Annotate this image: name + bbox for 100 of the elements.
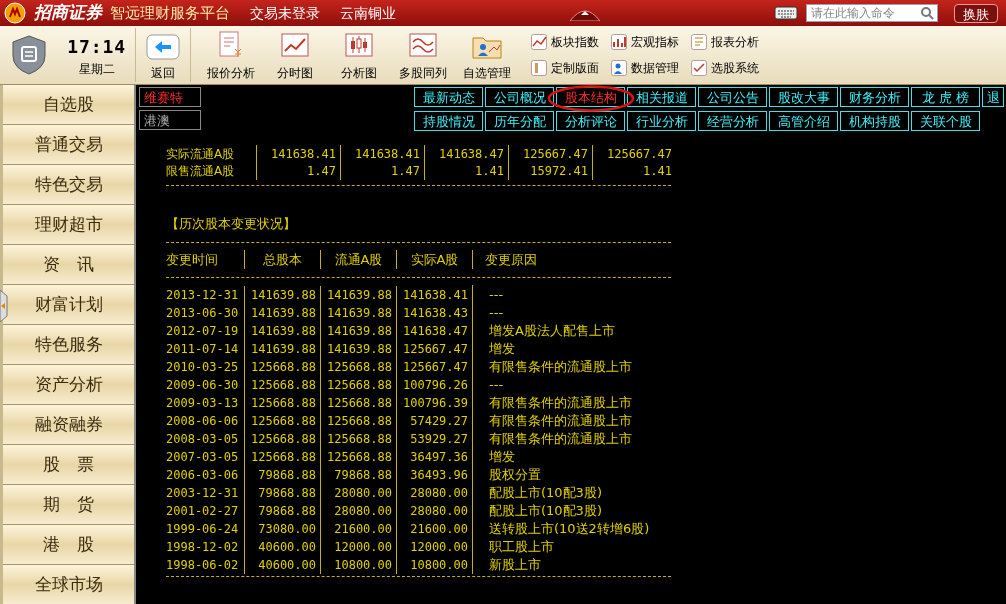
sidebar-item[interactable]: 全球市场: [3, 565, 134, 604]
info-tab[interactable]: 退: [982, 87, 1004, 107]
table-cell-text: 2011-07-14: [166, 340, 240, 358]
table-cell: 125668.88: [244, 429, 320, 448]
info-tab[interactable]: 关联个股: [911, 111, 980, 131]
table-cell: 28080.00: [396, 501, 472, 520]
table-cell: 79868.88: [244, 465, 320, 484]
info-tab[interactable]: 持股情况: [414, 111, 483, 131]
info-tab[interactable]: 行业分析: [627, 111, 696, 131]
logo-icon: [4, 2, 26, 24]
toolbar-link[interactable]: 报表分析: [691, 33, 759, 51]
info-tab[interactable]: 龙 虎 榜: [911, 87, 980, 107]
table-cell: 125668.88: [320, 357, 396, 376]
skin-button[interactable]: 换肤: [954, 3, 998, 23]
sidebar-item[interactable]: 特色交易: [3, 165, 134, 205]
table-cell-text: 2008-06-06: [166, 412, 240, 430]
table-cell: 125668.88: [244, 447, 320, 466]
info-tab[interactable]: 经营分析: [698, 111, 767, 131]
table-cell: 有限售条件的流通股上市: [472, 392, 632, 413]
source-tab[interactable]: 维赛特: [139, 87, 201, 107]
info-tab[interactable]: 机构持股: [840, 111, 909, 131]
info-tab[interactable]: 公司概况: [485, 87, 554, 107]
toolbar-button[interactable]: 多股同列: [391, 28, 455, 82]
table-cell: 125667.47: [396, 357, 472, 376]
table-cell: 79868.88: [320, 465, 396, 484]
table-cell-text: 2013-06-30: [166, 304, 240, 322]
table-cell: 12000.00: [396, 537, 472, 556]
table-cell: 配股上市(10配3股): [472, 500, 602, 521]
table-cell: 141638.47: [424, 144, 508, 163]
info-tab[interactable]: 财务分析: [840, 87, 909, 107]
table-cell: 28080.00: [396, 483, 472, 502]
weekday: 星期二: [78, 60, 115, 78]
info-tab[interactable]: 高管介绍: [769, 111, 838, 131]
source-tab[interactable]: 港澳: [139, 110, 201, 130]
expand-handle-icon[interactable]: [0, 290, 8, 322]
table-cell-text: 2006-03-06: [166, 466, 240, 484]
toolbar-link[interactable]: 板块指数: [531, 33, 599, 51]
info-tab[interactable]: 股改大事: [769, 87, 838, 107]
table-cell: 125668.88: [320, 375, 396, 394]
search-icon[interactable]: [919, 5, 935, 21]
row-label: 实际流通A股: [166, 145, 236, 163]
table-cell-text: 2009-06-30: [166, 376, 240, 394]
table-cell: 53929.27: [396, 429, 472, 448]
brand-name: 招商证券: [34, 1, 102, 25]
info-tab[interactable]: 公司公告: [698, 87, 767, 107]
table-cell: 57429.27: [396, 411, 472, 430]
table-cell: 10800.00: [396, 555, 472, 574]
info-tab[interactable]: 最新动态: [414, 87, 483, 107]
sidebar-item[interactable]: 资产分析: [3, 365, 134, 405]
table-cell: 141639.88: [320, 321, 396, 340]
info-tab[interactable]: 相关报道: [627, 87, 696, 107]
info-tab[interactable]: 分析评论: [556, 111, 625, 131]
clock-time: 17:14: [67, 34, 126, 59]
table-cell: 1.47: [256, 161, 340, 180]
toolbar-button[interactable]: 分时图: [263, 28, 327, 82]
login-status: 交易未登录: [250, 3, 320, 23]
command-field[interactable]: 请在此输入命令: [806, 4, 938, 22]
column-header: 变更时间: [166, 250, 219, 269]
toolbar-button[interactable]: 自选管理: [455, 28, 519, 82]
table-cell: 职工股上市: [472, 536, 554, 557]
keyboard-icon[interactable]: [774, 5, 798, 21]
table-cell: 125668.88: [320, 429, 396, 448]
table-cell: 10800.00: [320, 555, 396, 574]
toolbar-link[interactable]: 定制版面: [531, 59, 599, 77]
toolbar-link[interactable]: 宏观指标: [611, 33, 679, 51]
sidebar-item[interactable]: 融资融券: [3, 405, 134, 445]
table-cell: 125668.88: [244, 411, 320, 430]
table-cell-text: 2007-03-05: [166, 448, 240, 466]
table-cell: 36497.36: [396, 447, 472, 466]
sidebar-item[interactable]: 自选股: [3, 85, 134, 125]
toolbar-button[interactable]: 返回: [135, 28, 191, 82]
info-tab[interactable]: 股本结构: [556, 87, 625, 107]
toolbar-button[interactable]: 报价分析: [199, 28, 263, 82]
table-cell-text: 2003-12-31: [166, 484, 240, 502]
table-cell: 125668.88: [320, 447, 396, 466]
table-cell-text: 1999-06-24: [166, 520, 240, 538]
sidebar-item[interactable]: 港 股: [3, 525, 134, 565]
table-cell: 125667.47: [396, 339, 472, 358]
document-icon: [691, 34, 707, 50]
table-cell: 40600.00: [244, 537, 320, 556]
bar-chart-icon: [611, 34, 627, 50]
sidebar-item[interactable]: 理财超市: [3, 205, 134, 245]
platform-name: 智远理财服务平台: [110, 2, 230, 24]
table-cell: 100796.26: [396, 375, 472, 394]
toolbar-link[interactable]: 数据管理: [611, 59, 679, 77]
table-cell: 增发: [472, 446, 515, 467]
sidebar-item[interactable]: 普通交易: [3, 125, 134, 165]
table-cell: ---: [472, 374, 504, 395]
sidebar-item[interactable]: 财富计划: [3, 285, 134, 325]
table-cell-text: 2013-12-31: [166, 286, 240, 304]
info-tab[interactable]: 历年分配: [485, 111, 554, 131]
table-cell: 125668.88: [244, 393, 320, 412]
sidebar-item[interactable]: 特色服务: [3, 325, 134, 365]
sidebar-item[interactable]: 期 货: [3, 485, 134, 525]
table-cell: 12000.00: [320, 537, 396, 556]
sidebar-item[interactable]: 股 票: [3, 445, 134, 485]
toolbar-button[interactable]: 分析图: [327, 28, 391, 82]
table-cell: 36493.96: [396, 465, 472, 484]
toolbar-link[interactable]: 选股系统: [691, 59, 759, 77]
sidebar-item[interactable]: 资 讯: [3, 245, 134, 285]
